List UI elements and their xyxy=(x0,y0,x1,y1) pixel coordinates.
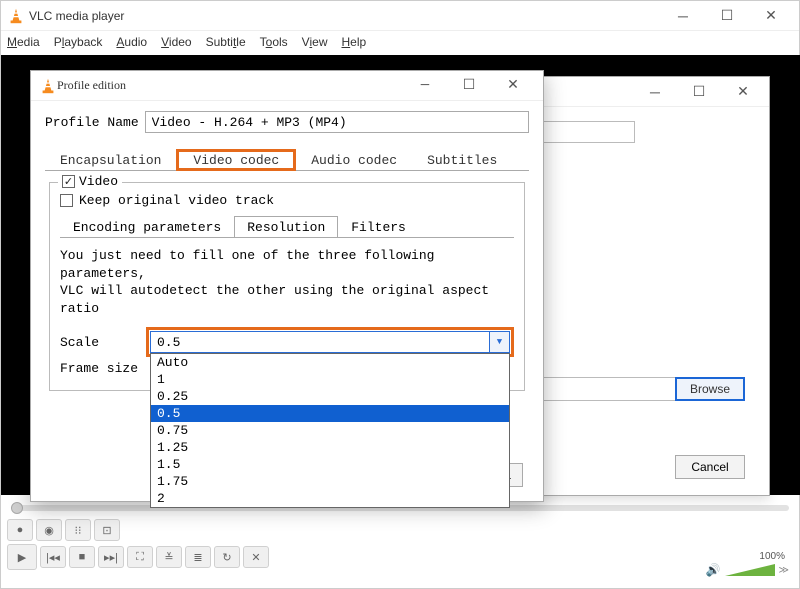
keep-original-checkbox[interactable] xyxy=(60,194,73,207)
ext-settings-button[interactable]: ≚ xyxy=(156,546,182,568)
convert-maximize-button[interactable]: ☐ xyxy=(677,78,721,106)
frame-step-button[interactable]: ⊡ xyxy=(94,519,120,541)
player-controls: ● ◉ ⁝⁝ ⊡ ▶ |◂◂ ■ ▸▸| ⛶ ≚ ≣ ↻ ✕ xyxy=(7,519,269,570)
profile-titlebar: Profile edition ─ ☐ ✕ xyxy=(31,71,543,101)
convert-cancel-button[interactable]: Cancel xyxy=(675,455,745,479)
tab-encapsulation[interactable]: Encapsulation xyxy=(45,149,176,171)
profile-tabs: Encapsulation Video codec Audio codec Su… xyxy=(31,143,543,171)
convert-minimize-button[interactable]: ─ xyxy=(633,78,677,106)
video-subtabs: Encoding parameters Resolution Filters xyxy=(60,216,514,238)
volume-percent: 100% xyxy=(759,551,785,562)
scale-combobox[interactable]: 0.5 ▼ Auto 1 0.25 0.5 0.75 1.25 1.5 1.75… xyxy=(150,331,510,353)
browse-button[interactable]: Browse xyxy=(675,377,745,401)
scale-label: Scale xyxy=(60,335,146,350)
resolution-help-text: You just need to fill one of the three f… xyxy=(60,239,514,323)
main-titlebar: VLC media player ─ ☐ ✕ xyxy=(1,1,799,31)
video-checkbox[interactable]: ✓ xyxy=(62,175,75,188)
main-title: VLC media player xyxy=(25,9,661,23)
video-legend: ✓ Video xyxy=(58,174,122,189)
profile-dialog-title: Profile edition xyxy=(57,78,403,93)
subtab-filters[interactable]: Filters xyxy=(338,216,419,238)
close-button[interactable]: ✕ xyxy=(749,2,793,30)
scale-option[interactable]: 2 xyxy=(151,490,509,507)
video-checkbox-label: Video xyxy=(79,174,118,189)
profile-name-label: Profile Name xyxy=(45,115,139,130)
scale-option[interactable]: 1.75 xyxy=(151,473,509,490)
minimize-button[interactable]: ─ xyxy=(661,2,705,30)
shuffle-button[interactable]: ✕ xyxy=(243,546,269,568)
menu-playback[interactable]: Playback xyxy=(54,35,103,49)
vlc-cone-icon xyxy=(39,77,57,95)
scale-dropdown: Auto 1 0.25 0.5 0.75 1.25 1.5 1.75 2 xyxy=(150,353,510,508)
tab-video-codec[interactable]: Video codec xyxy=(176,149,296,171)
main-window-controls: ─ ☐ ✕ xyxy=(661,2,793,30)
profile-edition-dialog: Profile edition ─ ☐ ✕ Profile Name Encap… xyxy=(30,70,544,502)
menu-video[interactable]: Video xyxy=(161,35,191,49)
scale-option[interactable]: Auto xyxy=(151,354,509,371)
scale-option[interactable]: 0.5 xyxy=(151,405,509,422)
scale-row: Scale 0.5 ▼ Auto 1 0.25 0.5 0.75 1.25 1.… xyxy=(60,327,514,357)
stop-button[interactable]: ■ xyxy=(69,546,95,568)
tab-audio-codec[interactable]: Audio codec xyxy=(296,149,412,171)
scale-option[interactable]: 1 xyxy=(151,371,509,388)
record-button[interactable]: ● xyxy=(7,519,33,541)
profile-name-row: Profile Name xyxy=(31,101,543,143)
profile-minimize-button[interactable]: ─ xyxy=(403,72,447,100)
menu-tools[interactable]: Tools xyxy=(260,35,288,49)
volume-slider[interactable] xyxy=(725,562,775,578)
playlist-button[interactable]: ≣ xyxy=(185,546,211,568)
play-button[interactable]: ▶ xyxy=(7,544,37,570)
menu-view[interactable]: View xyxy=(302,35,328,49)
volume-max-icon[interactable]: ≫ xyxy=(779,565,789,576)
convert-close-button[interactable]: ✕ xyxy=(721,78,765,106)
speaker-icon[interactable]: 🔊 xyxy=(706,563,721,577)
loop-a-b-button[interactable]: ⁝⁝ xyxy=(65,519,91,541)
menu-media[interactable]: Media xyxy=(7,35,40,49)
subtab-encoding-parameters[interactable]: Encoding parameters xyxy=(60,216,234,238)
next-button[interactable]: ▸▸| xyxy=(98,546,124,568)
seek-knob[interactable] xyxy=(11,502,23,514)
scale-option[interactable]: 1.25 xyxy=(151,439,509,456)
profile-close-button[interactable]: ✕ xyxy=(491,72,535,100)
frame-size-label: Frame size xyxy=(60,361,146,376)
main-menubar: Media Playback Audio Video Subtitle Tool… xyxy=(1,31,799,53)
chevron-down-icon[interactable]: ▼ xyxy=(489,332,509,352)
vlc-cone-icon xyxy=(7,7,25,25)
profile-maximize-button[interactable]: ☐ xyxy=(447,72,491,100)
snapshot-button[interactable]: ◉ xyxy=(36,519,62,541)
menu-audio[interactable]: Audio xyxy=(116,35,147,49)
loop-button[interactable]: ↻ xyxy=(214,546,240,568)
scale-option[interactable]: 1.5 xyxy=(151,456,509,473)
scale-option[interactable]: 0.25 xyxy=(151,388,509,405)
prev-button[interactable]: |◂◂ xyxy=(40,546,66,568)
keep-original-label: Keep original video track xyxy=(79,193,274,208)
profile-name-input[interactable] xyxy=(145,111,529,133)
video-groupbox: ✓ Video Keep original video track Encodi… xyxy=(49,182,525,391)
subtab-divider xyxy=(60,237,514,238)
subtab-resolution[interactable]: Resolution xyxy=(234,216,338,238)
menu-subtitle[interactable]: Subtitle xyxy=(206,35,246,49)
maximize-button[interactable]: ☐ xyxy=(705,2,749,30)
scale-highlight: 0.5 ▼ Auto 1 0.25 0.5 0.75 1.25 1.5 1.75… xyxy=(146,327,514,357)
fullscreen-button[interactable]: ⛶ xyxy=(127,546,153,568)
scale-option[interactable]: 0.75 xyxy=(151,422,509,439)
volume-control[interactable]: 🔊 ≫ xyxy=(706,562,789,578)
tab-subtitles[interactable]: Subtitles xyxy=(412,149,512,171)
menu-help[interactable]: Help xyxy=(341,35,366,49)
scale-value: 0.5 xyxy=(151,335,489,350)
